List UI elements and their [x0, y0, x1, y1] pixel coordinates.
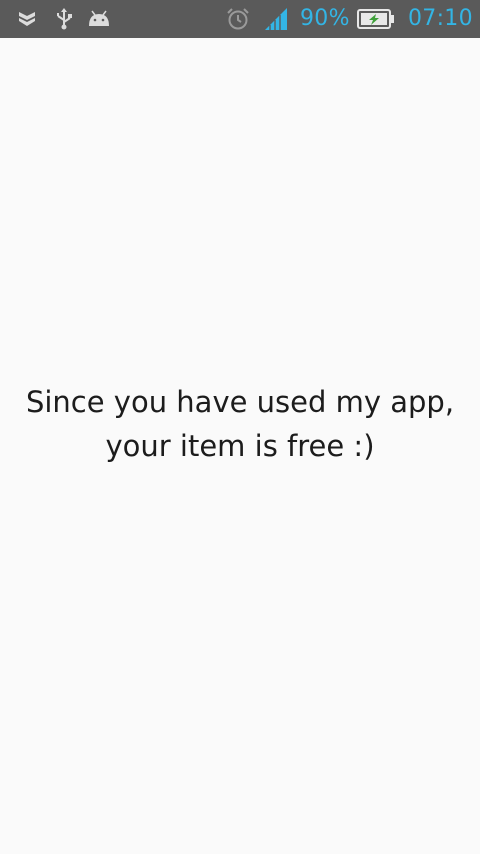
clock-text: 07:10 [408, 6, 473, 31]
alarm-icon [224, 0, 252, 38]
main-content: Since you have used my app, your item is… [0, 38, 480, 854]
status-bar: 90% 07:10 [0, 0, 480, 38]
message-line-2: your item is free :) [105, 429, 375, 463]
signal-icon [262, 0, 290, 38]
message-line-1: Since you have used my app, [25, 385, 455, 419]
battery-charging-icon [356, 0, 396, 38]
free-item-message: Since you have used my app, your item is… [0, 380, 480, 468]
shield-chevron-icon [14, 0, 40, 38]
usb-icon [52, 0, 76, 38]
battery-percent-text: 90% [300, 6, 350, 31]
android-debug-icon [86, 0, 112, 38]
